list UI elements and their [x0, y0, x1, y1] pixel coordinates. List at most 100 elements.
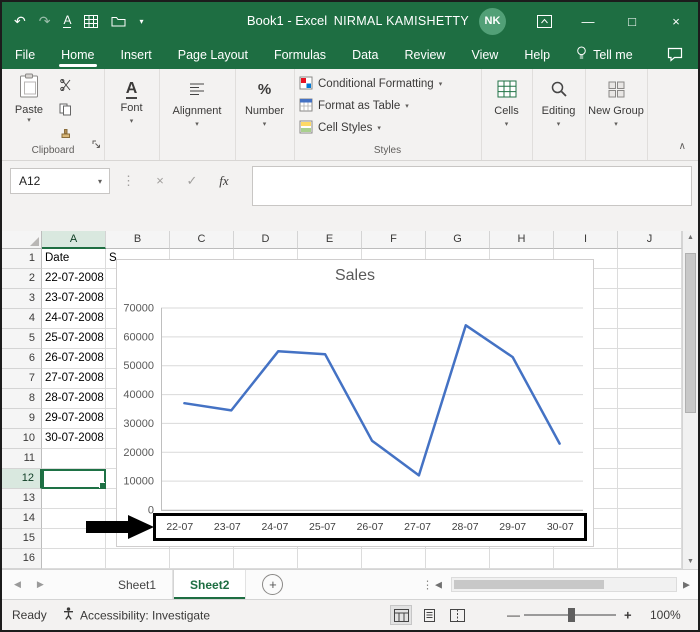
cell-A7[interactable]: 27-07-2008 [42, 369, 106, 389]
avatar[interactable]: NK [479, 7, 506, 35]
customize-qat-icon[interactable]: ▾ [139, 17, 143, 26]
cell-A16[interactable] [42, 549, 106, 569]
cell-B16[interactable] [106, 549, 170, 569]
row-header-10[interactable]: 10 [2, 429, 42, 449]
cell-A9[interactable]: 29-07-2008 [42, 409, 106, 429]
copy-icon[interactable] [59, 103, 72, 121]
column-header-H[interactable]: H [490, 231, 554, 249]
cells-button[interactable]: Cells ▾ [481, 69, 532, 160]
insert-function-button[interactable]: fx [210, 168, 238, 194]
sheet-nav-right-icon[interactable]: ▶ [37, 579, 44, 590]
cell-A3[interactable]: 23-07-2008 [42, 289, 106, 309]
normal-view-icon[interactable] [390, 605, 412, 625]
tab-page-layout[interactable]: Page Layout [165, 40, 261, 69]
cell-A11[interactable] [42, 449, 106, 469]
row-header-5[interactable]: 5 [2, 329, 42, 349]
underline-icon[interactable]: A [63, 14, 72, 28]
column-header-B[interactable]: B [106, 231, 170, 249]
cell-G16[interactable] [426, 549, 490, 569]
alignment-button[interactable]: Alignment ▾ [159, 69, 235, 160]
minimize-button[interactable]: — [566, 2, 610, 40]
horizontal-scrollbar-thumb[interactable] [454, 580, 604, 589]
cell-J14[interactable] [618, 509, 682, 529]
zoom-in-button[interactable]: + [624, 608, 632, 623]
vertical-scrollbar[interactable]: ▲ ▼ [682, 231, 698, 569]
format-as-table-button[interactable]: Format as Table ▾ [299, 96, 409, 116]
undo-icon[interactable]: ↶ [14, 13, 26, 30]
format-painter-icon[interactable] [59, 128, 72, 146]
scroll-up-icon[interactable]: ▲ [683, 234, 698, 241]
row-header-11[interactable]: 11 [2, 449, 42, 469]
name-box-dropdown-icon[interactable]: ▾ [91, 177, 109, 186]
row-header-1[interactable]: 1 [2, 249, 42, 269]
cell-F16[interactable] [362, 549, 426, 569]
column-header-J[interactable]: J [618, 231, 682, 249]
cell-J4[interactable] [618, 309, 682, 329]
cell-J10[interactable] [618, 429, 682, 449]
number-button[interactable]: % Number ▾ [235, 69, 294, 160]
cell-J16[interactable] [618, 549, 682, 569]
row-header-7[interactable]: 7 [2, 369, 42, 389]
column-header-D[interactable]: D [234, 231, 298, 249]
cell-J2[interactable] [618, 269, 682, 289]
cell-J15[interactable] [618, 529, 682, 549]
tab-formulas[interactable]: Formulas [261, 40, 339, 69]
redo-icon[interactable]: ↷ [39, 13, 51, 30]
close-button[interactable]: × [654, 2, 698, 40]
cut-icon[interactable] [59, 78, 72, 96]
select-all-corner[interactable] [2, 231, 42, 249]
clipboard-dialog-launcher-icon[interactable] [92, 136, 101, 154]
row-header-14[interactable]: 14 [2, 509, 42, 529]
cell-J1[interactable] [618, 249, 682, 269]
tab-view[interactable]: View [458, 40, 511, 69]
paste-button[interactable]: Paste ▾ [7, 73, 51, 124]
row-header-8[interactable]: 8 [2, 389, 42, 409]
cell-A8[interactable]: 28-07-2008 [42, 389, 106, 409]
conditional-formatting-button[interactable]: Conditional Formatting ▾ [299, 74, 442, 94]
sheet-nav-left-icon[interactable]: ◀ [14, 579, 21, 590]
cell-A13[interactable] [42, 489, 106, 509]
page-break-view-icon[interactable] [446, 605, 468, 625]
zoom-slider-thumb[interactable] [568, 608, 575, 622]
collapse-ribbon-button[interactable]: ∧ [679, 141, 686, 152]
tab-tell-me[interactable]: Tell me [563, 40, 646, 69]
cell-styles-button[interactable]: Cell Styles ▾ [299, 118, 381, 138]
column-header-E[interactable]: E [298, 231, 362, 249]
maximize-button[interactable]: □ [610, 2, 654, 40]
table-grid-icon[interactable] [84, 14, 99, 28]
new-sheet-button[interactable]: + [262, 574, 284, 595]
tab-file[interactable]: File [2, 40, 48, 69]
tab-help[interactable]: Help [511, 40, 563, 69]
formula-input[interactable] [252, 166, 692, 206]
hscroll-right-icon[interactable]: ▶ [683, 579, 690, 590]
tab-review[interactable]: Review [391, 40, 458, 69]
zoom-percentage[interactable]: 100% [650, 608, 681, 622]
cell-J5[interactable] [618, 329, 682, 349]
row-header-3[interactable]: 3 [2, 289, 42, 309]
row-header-13[interactable]: 13 [2, 489, 42, 509]
vertical-scrollbar-thumb[interactable] [685, 253, 696, 413]
row-header-9[interactable]: 9 [2, 409, 42, 429]
cell-H16[interactable] [490, 549, 554, 569]
cell-J7[interactable] [618, 369, 682, 389]
cell-A1[interactable]: Date [42, 249, 106, 269]
hscroll-left-icon[interactable]: ◀ [435, 579, 442, 590]
cell-J6[interactable] [618, 349, 682, 369]
folder-icon[interactable] [111, 15, 126, 27]
row-header-15[interactable]: 15 [2, 529, 42, 549]
row-header-16[interactable]: 16 [2, 549, 42, 569]
cell-J3[interactable] [618, 289, 682, 309]
comments-button[interactable] [652, 40, 698, 69]
cell-A10[interactable]: 30-07-2008 [42, 429, 106, 449]
cell-J9[interactable] [618, 409, 682, 429]
horizontal-scrollbar[interactable] [451, 577, 677, 592]
column-header-F[interactable]: F [362, 231, 426, 249]
scroll-down-icon[interactable]: ▼ [683, 558, 698, 565]
tab-home[interactable]: Home [48, 40, 107, 69]
cell-A2[interactable]: 22-07-2008 [42, 269, 106, 289]
zoom-slider[interactable] [524, 608, 616, 622]
cell-A6[interactable]: 26-07-2008 [42, 349, 106, 369]
sheet-tab-sheet2[interactable]: Sheet2 [173, 570, 247, 599]
editing-button[interactable]: Editing ▾ [532, 69, 585, 160]
cell-J13[interactable] [618, 489, 682, 509]
